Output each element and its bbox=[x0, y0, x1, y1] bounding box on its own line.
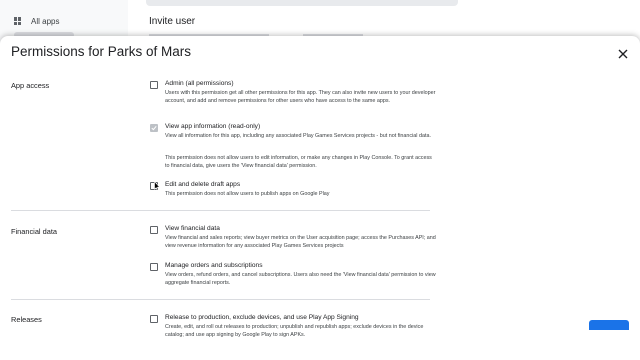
view-app-info-checkbox[interactable] bbox=[150, 124, 158, 132]
sidebar-item-label: All apps bbox=[31, 16, 60, 26]
section-label-releases: Releases bbox=[11, 315, 42, 324]
permission-title: View financial data bbox=[165, 225, 220, 232]
page-title: Invite user bbox=[149, 16, 196, 27]
permission-title: Admin (all permissions) bbox=[165, 80, 234, 87]
permission-description: View all information for this app, inclu… bbox=[165, 133, 431, 139]
dialog-title: Permissions for Parks of Mars bbox=[11, 44, 192, 59]
check-icon bbox=[151, 125, 157, 131]
permission-note: This permission does not allow users to … bbox=[165, 155, 432, 169]
apps-grid-icon bbox=[14, 17, 22, 25]
sidebar-item-all-apps[interactable]: All apps bbox=[14, 14, 59, 28]
permissions-dialog: Permissions for Parks of Mars App access… bbox=[0, 36, 640, 360]
view-financial-checkbox[interactable] bbox=[150, 226, 158, 234]
section-label-financial-data: Financial data bbox=[11, 227, 58, 236]
permission-description: View financial and sales reports; view b… bbox=[165, 235, 436, 249]
permission-description: This permission does not allow users to … bbox=[165, 191, 330, 197]
release-production-checkbox[interactable] bbox=[150, 315, 158, 323]
background-search-bar[interactable] bbox=[146, 0, 458, 6]
admin-checkbox[interactable] bbox=[150, 81, 158, 89]
section-divider bbox=[11, 299, 430, 300]
section-label-app-access: App access bbox=[11, 81, 50, 90]
save-button[interactable] bbox=[589, 320, 629, 330]
section-divider bbox=[11, 210, 430, 211]
close-button[interactable] bbox=[613, 44, 633, 64]
permission-title: Manage orders and subscriptions bbox=[165, 262, 263, 269]
permission-title: Release to production, exclude devices, … bbox=[165, 314, 359, 321]
permission-title: Edit and delete draft apps bbox=[165, 181, 241, 188]
permission-description: View orders, refund orders, and cancel s… bbox=[165, 272, 436, 286]
permission-description: Create, edit, and roll out releases to p… bbox=[165, 324, 424, 338]
permission-title: View app information (read-only) bbox=[165, 123, 261, 130]
mouse-pointer-icon bbox=[154, 181, 160, 191]
close-icon bbox=[618, 49, 628, 59]
permission-description: Users with this permission get all other… bbox=[165, 90, 436, 104]
manage-orders-checkbox[interactable] bbox=[150, 263, 158, 271]
